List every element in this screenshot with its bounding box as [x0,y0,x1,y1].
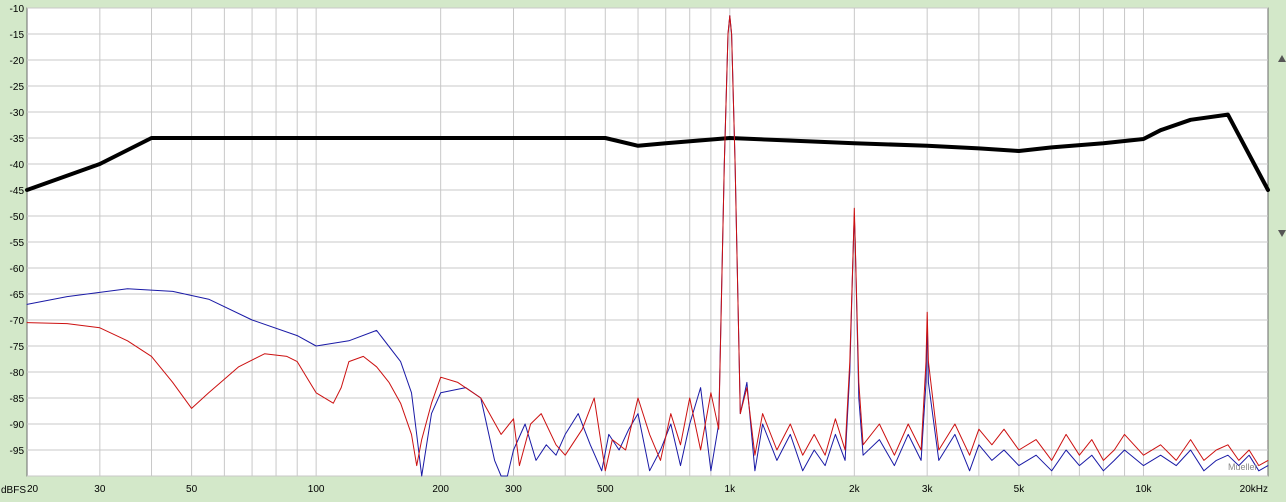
y-tick-label: -70 [10,316,25,327]
y-tick-label: -65 [10,290,25,301]
y-tick-label: -90 [10,420,25,431]
chart-svg: -10 -15 -20 -25 -30 -35 -40 -45 -50 -55 -60 -65 -70 -… [0,0,1286,497]
x-tick-label: 100 [308,484,325,495]
y-tick-label: -20 [10,56,25,67]
x-tick-label: 5k [1014,484,1026,495]
x-tick-label: 20 [27,484,39,495]
y-tick-label: -30 [10,108,25,119]
y-unit-label: dBFS [1,485,26,496]
y-tick-label: -75 [10,342,25,353]
x-tick-label: 20kHz [1240,484,1268,495]
y-tick-label: -85 [10,394,25,405]
x-tick-label: 30 [94,484,106,495]
y-tick-label: -95 [10,446,25,457]
y-tick-label: -50 [10,212,25,223]
x-tick-label: 3k [922,484,934,495]
x-tick-label: 50 [186,484,198,495]
y-tick-label: -35 [10,134,25,145]
x-tick-label: 500 [597,484,614,495]
watermark: Mueller [1228,462,1258,472]
x-tick-label: 200 [432,484,449,495]
y-tick-label: -80 [10,368,25,379]
y-tick-label: -10 [10,4,25,15]
y-tick-label: -45 [10,186,25,197]
y-tick-label: -60 [10,264,25,275]
y-tick-label: -40 [10,160,25,171]
x-tick-label: 300 [505,484,522,495]
x-tick-label: 2k [849,484,861,495]
x-tick-label: 1k [725,484,737,495]
y-tick-label: -25 [10,82,25,93]
fft-chart: -10 -15 -20 -25 -30 -35 -40 -45 -50 -55 -60 -65 -70 -… [0,0,1286,497]
y-tick-label: -15 [10,30,25,41]
y-tick-label: -55 [10,238,25,249]
x-tick-label: 10k [1135,484,1152,495]
